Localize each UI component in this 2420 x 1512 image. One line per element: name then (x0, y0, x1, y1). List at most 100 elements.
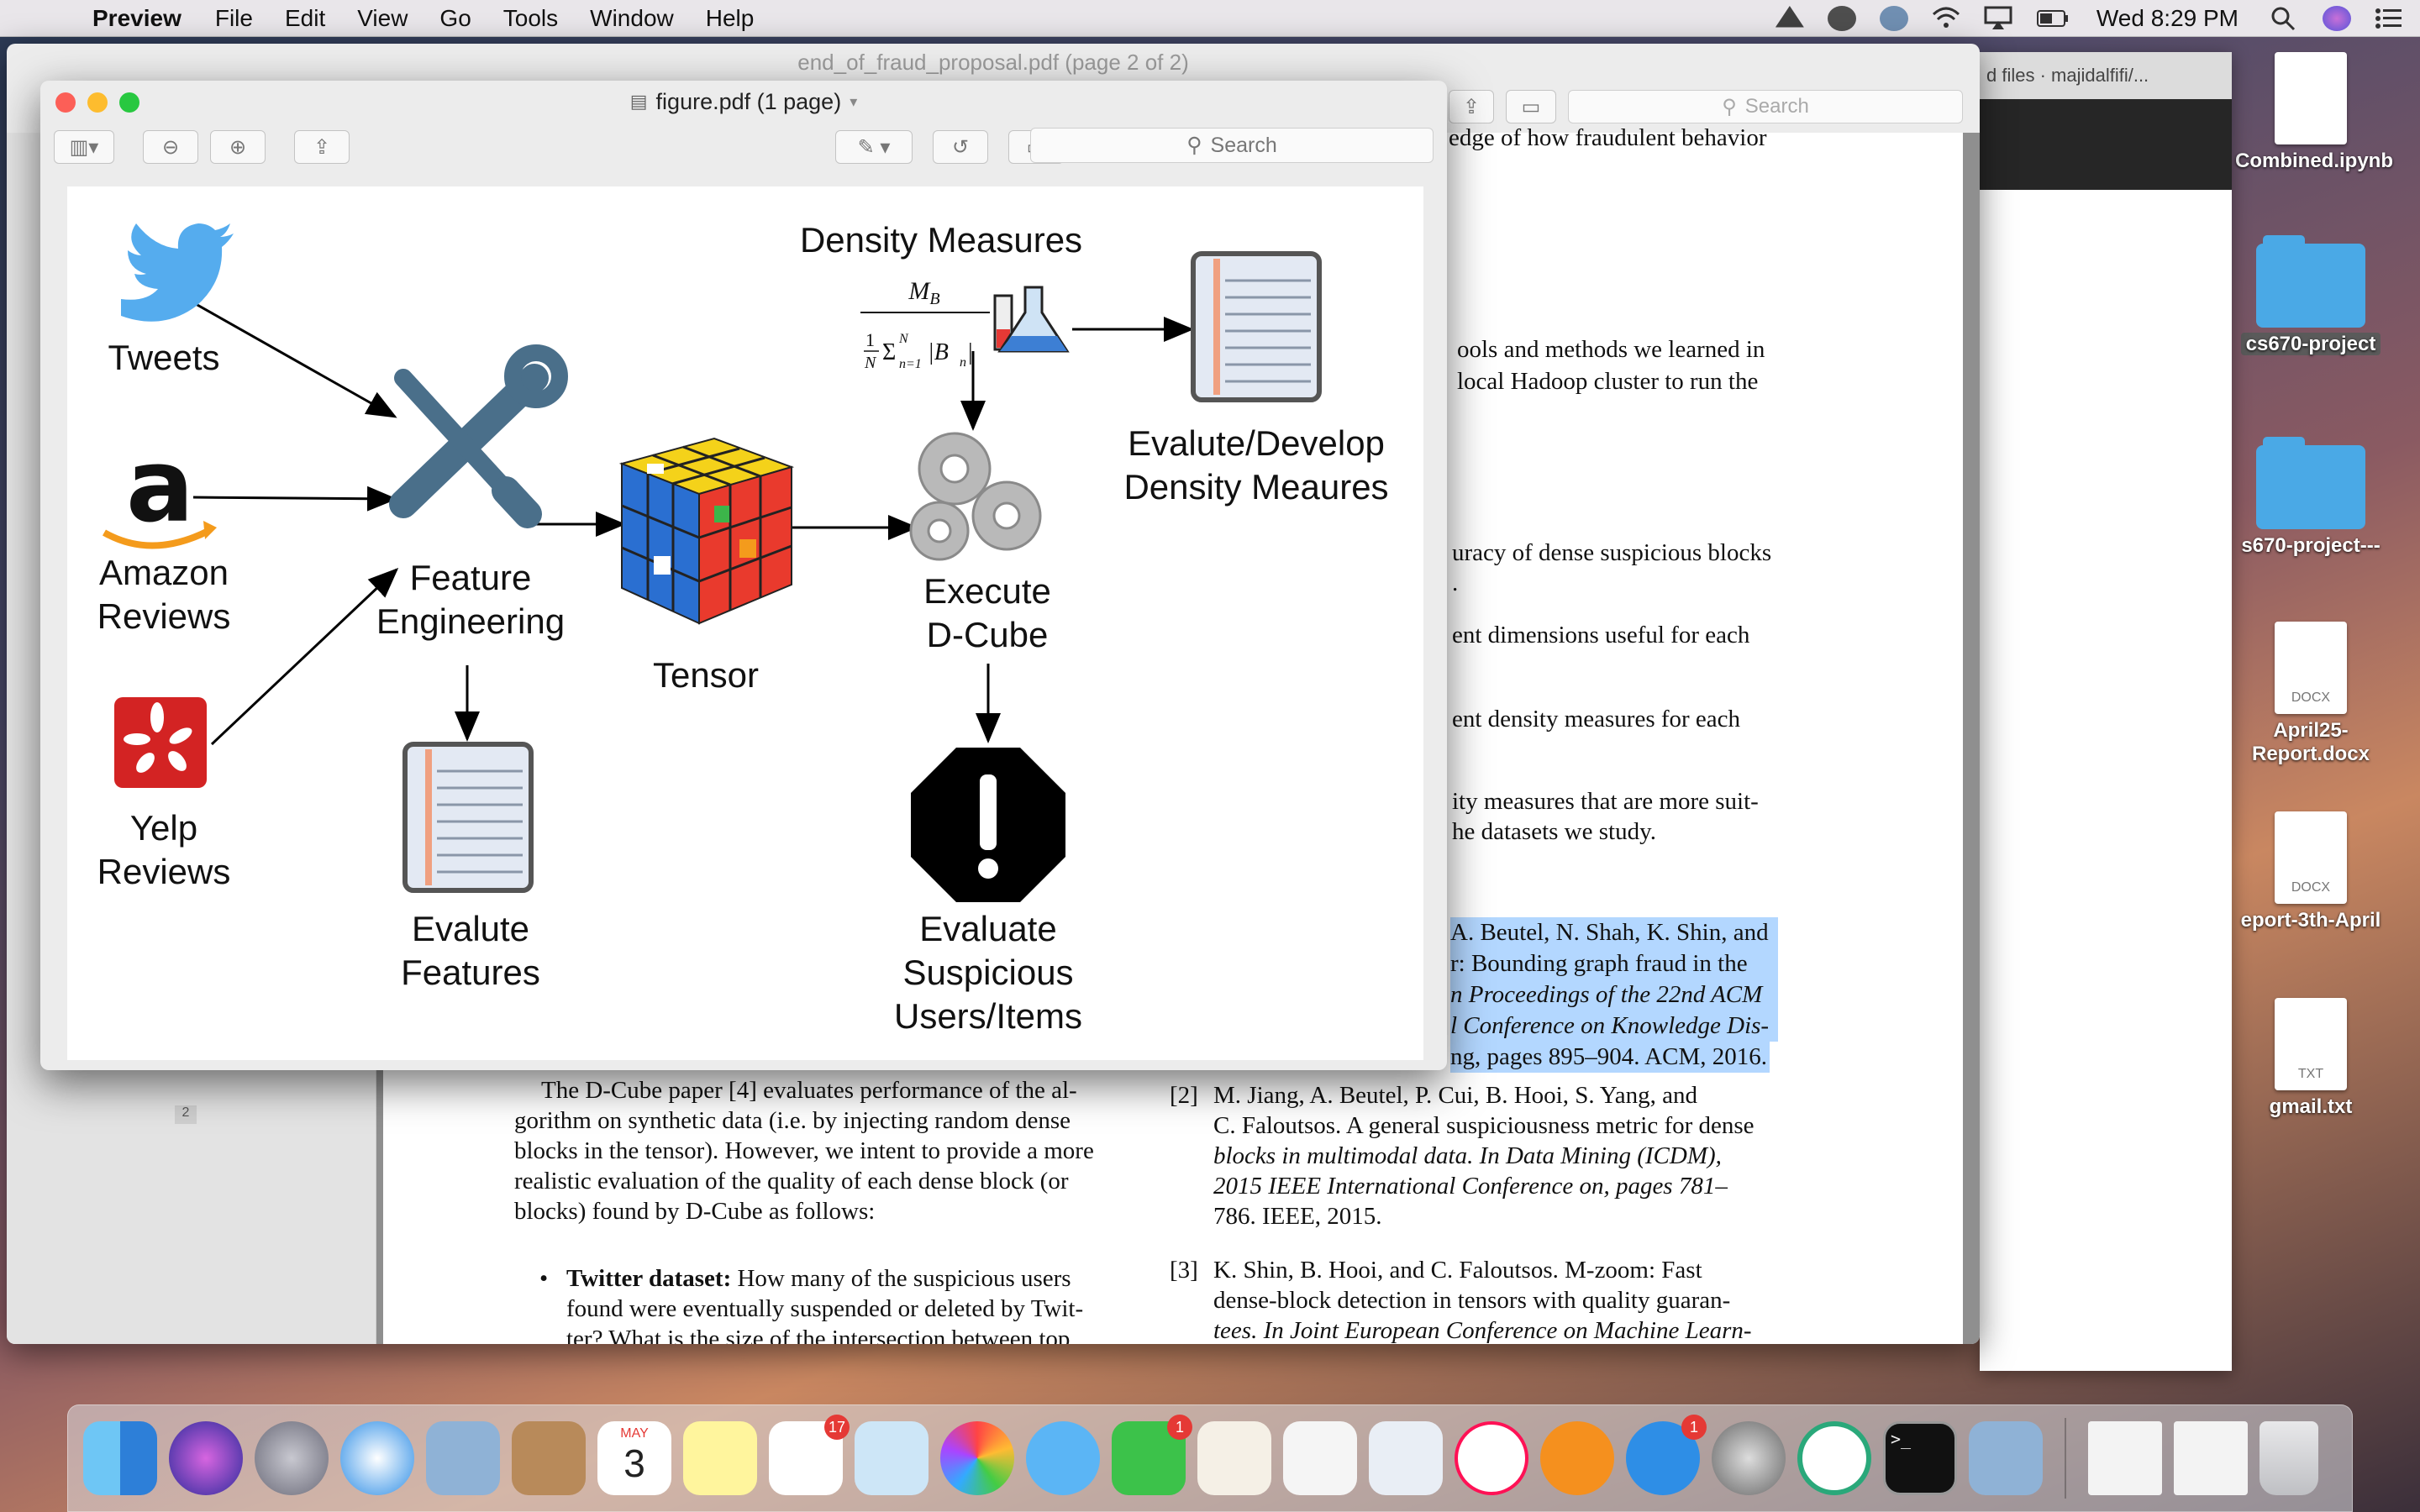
minimize-button[interactable] (87, 92, 108, 113)
menu-file[interactable]: File (215, 5, 253, 32)
notebook-icon-density (1191, 251, 1322, 402)
photos-icon[interactable] (940, 1421, 1014, 1495)
menu-tools[interactable]: Tools (503, 5, 558, 32)
text-line: local Hadoop cluster to run the (1457, 368, 1759, 395)
browser-tab-title: d files · majidalfifi/... (1986, 65, 2149, 86)
app-store-icon[interactable]: 1 (1626, 1415, 1707, 1495)
highlighted-text-line[interactable]: r: Bounding graph fraud in the (1450, 948, 1778, 979)
document-stack-icon[interactable] (2088, 1421, 2162, 1495)
notification-center-icon[interactable] (2375, 6, 2403, 31)
close-button[interactable] (55, 92, 76, 113)
text-line: ools and methods we learned in (1457, 336, 1765, 363)
pages-icon[interactable] (1197, 1421, 1271, 1495)
label-line: Evalute/Develop (1128, 423, 1385, 463)
svg-text:n: n (960, 355, 966, 370)
markup-icon[interactable]: ✎ ▾ (835, 130, 913, 164)
search-icon: ⚲ (1186, 134, 1202, 157)
battery-icon[interactable] (2036, 6, 2068, 31)
safari-icon[interactable] (340, 1421, 414, 1495)
zoom-out-icon[interactable]: ⊖ (143, 130, 198, 164)
contacts-icon[interactable] (512, 1421, 586, 1495)
drive-icon[interactable] (1775, 6, 1804, 28)
desktop-file-combined[interactable]: Combined.ipynb (2235, 52, 2393, 173)
zoom-button[interactable] (119, 92, 139, 113)
spy-icon[interactable] (1827, 6, 1856, 31)
finder-icon[interactable] (83, 1421, 157, 1495)
desktop-file-report-3th-april[interactable]: DOCX eport-3th-April (2235, 811, 2386, 932)
search-icon: ⚲ (1722, 95, 1737, 118)
desktop-folder-s670-project[interactable]: s670-project--- (2235, 437, 2386, 558)
mail-stamp-icon[interactable] (426, 1421, 500, 1495)
text-line: uracy of dense suspicious blocks (1452, 539, 1772, 566)
keynote-icon[interactable] (1369, 1421, 1443, 1495)
highlighted-text-line[interactable]: A. Beutel, N. Shah, K. Shin, and (1450, 917, 1778, 948)
launchpad-icon[interactable] (255, 1421, 329, 1495)
figure-pdf-window: ▤ figure.pdf (1 page) ▾ ▥▾ ⊖ ⊕ ⇪ ✎ ▾ ↺ ▭… (40, 81, 1447, 1070)
itunes-icon[interactable] (1455, 1421, 1528, 1495)
desktop-folder-cs670-project[interactable]: cs670-project (2235, 235, 2386, 356)
share-icon[interactable]: ⇪ (294, 130, 350, 164)
svg-text:|: | (968, 339, 973, 365)
label-amazon-reviews: Amazon Reviews (67, 551, 260, 638)
notes-icon[interactable] (683, 1421, 757, 1495)
globe-icon[interactable] (1879, 6, 1908, 31)
window-title-text: figure.pdf (1 page) (655, 88, 842, 114)
reminders-badge: 17 (824, 1415, 850, 1440)
search-input[interactable]: ⚲ Search (1568, 90, 1963, 123)
clock[interactable]: Wed 8:29 PM (2096, 5, 2238, 32)
reminders-icon[interactable]: 17 (769, 1415, 850, 1495)
sidebar-toggle-icon[interactable]: ▥▾ (54, 130, 114, 164)
menu-edit[interactable]: Edit (285, 5, 325, 32)
window-titlebar[interactable]: ▤ figure.pdf (1 page) ▾ (40, 81, 1447, 123)
menu-view[interactable]: View (357, 5, 408, 32)
window-title: end_of_fraud_proposal.pdf (page 2 of 2) (7, 44, 1980, 81)
desktop-file-april25[interactable]: DOCX April25-Report.docx (2235, 622, 2386, 766)
terminal-icon[interactable]: >_ (1883, 1421, 1957, 1495)
vpn-client-icon[interactable] (1797, 1421, 1871, 1495)
chevron-down-icon[interactable]: ▾ (850, 93, 857, 111)
text-line: Twitter dataset: How many of the suspici… (566, 1263, 1071, 1294)
preview-icon[interactable] (1969, 1421, 2043, 1495)
label-execute-dcube: Execute D-Cube (882, 570, 1092, 657)
toolbox-icon[interactable]: ▭ (1506, 90, 1556, 123)
photo-booth-icon[interactable] (855, 1421, 929, 1495)
trash-icon[interactable] (2260, 1421, 2318, 1495)
airplay-icon[interactable] (1984, 6, 2012, 31)
numbers-icon[interactable] (1283, 1421, 1357, 1495)
highlighted-text-line[interactable]: ng, pages 895–904. ACM, 2016. (1450, 1042, 1770, 1073)
browser-tab[interactable]: d files · majidalfifi/... (1980, 52, 2232, 99)
menu-help[interactable]: Help (706, 5, 755, 32)
text-line: he datasets we study. (1452, 818, 1656, 845)
zoom-in-icon[interactable]: ⊕ (210, 130, 266, 164)
facetime-icon[interactable]: 1 (1112, 1415, 1192, 1495)
menu-go[interactable]: Go (439, 5, 471, 32)
messages-icon[interactable] (1026, 1421, 1100, 1495)
txt-file-icon: TXT (2275, 998, 2347, 1090)
spotlight-search-icon[interactable] (2270, 6, 2299, 31)
siri-icon[interactable] (2323, 6, 2351, 31)
file-type-label: DOCX (2291, 880, 2331, 895)
label-yelp-reviews: Yelp Reviews (67, 806, 260, 894)
desktop-file-gmail[interactable]: TXT gmail.txt (2235, 998, 2386, 1119)
highlighted-text-line[interactable]: n Proceedings of the 22nd ACM (1450, 979, 1778, 1011)
ibooks-icon[interactable] (1540, 1421, 1614, 1495)
label-line: Feature (409, 558, 532, 597)
desktop-item-label: April25-Report.docx (2251, 719, 2370, 765)
search-input[interactable]: ⚲ Search (1030, 128, 1434, 163)
highlighted-text-line[interactable]: l Conference on Knowledge Dis- (1450, 1011, 1778, 1042)
menu-window[interactable]: Window (590, 5, 674, 32)
system-preferences-icon[interactable] (1712, 1421, 1786, 1495)
label-evalute-develop: Evalute/Develop Density Meaures (1092, 422, 1420, 509)
folder-icon (2256, 437, 2365, 529)
siri-icon[interactable] (169, 1421, 243, 1495)
text-line: found were eventually suspended or delet… (566, 1295, 1084, 1322)
text-line: realistic evaluation of the quality of e… (514, 1168, 1069, 1194)
document-stack-icon[interactable] (2174, 1421, 2248, 1495)
share-icon[interactable]: ⇪ (1449, 90, 1494, 123)
calendar-icon[interactable]: MAY 3 (597, 1421, 671, 1495)
menu-app-name[interactable]: Preview (92, 5, 182, 32)
search-placeholder: Search (1744, 95, 1809, 118)
rotate-icon[interactable]: ↺ (933, 130, 988, 164)
desktop-item-label: Combined.ipynb (2235, 150, 2393, 172)
wifi-icon[interactable] (1932, 6, 1960, 31)
